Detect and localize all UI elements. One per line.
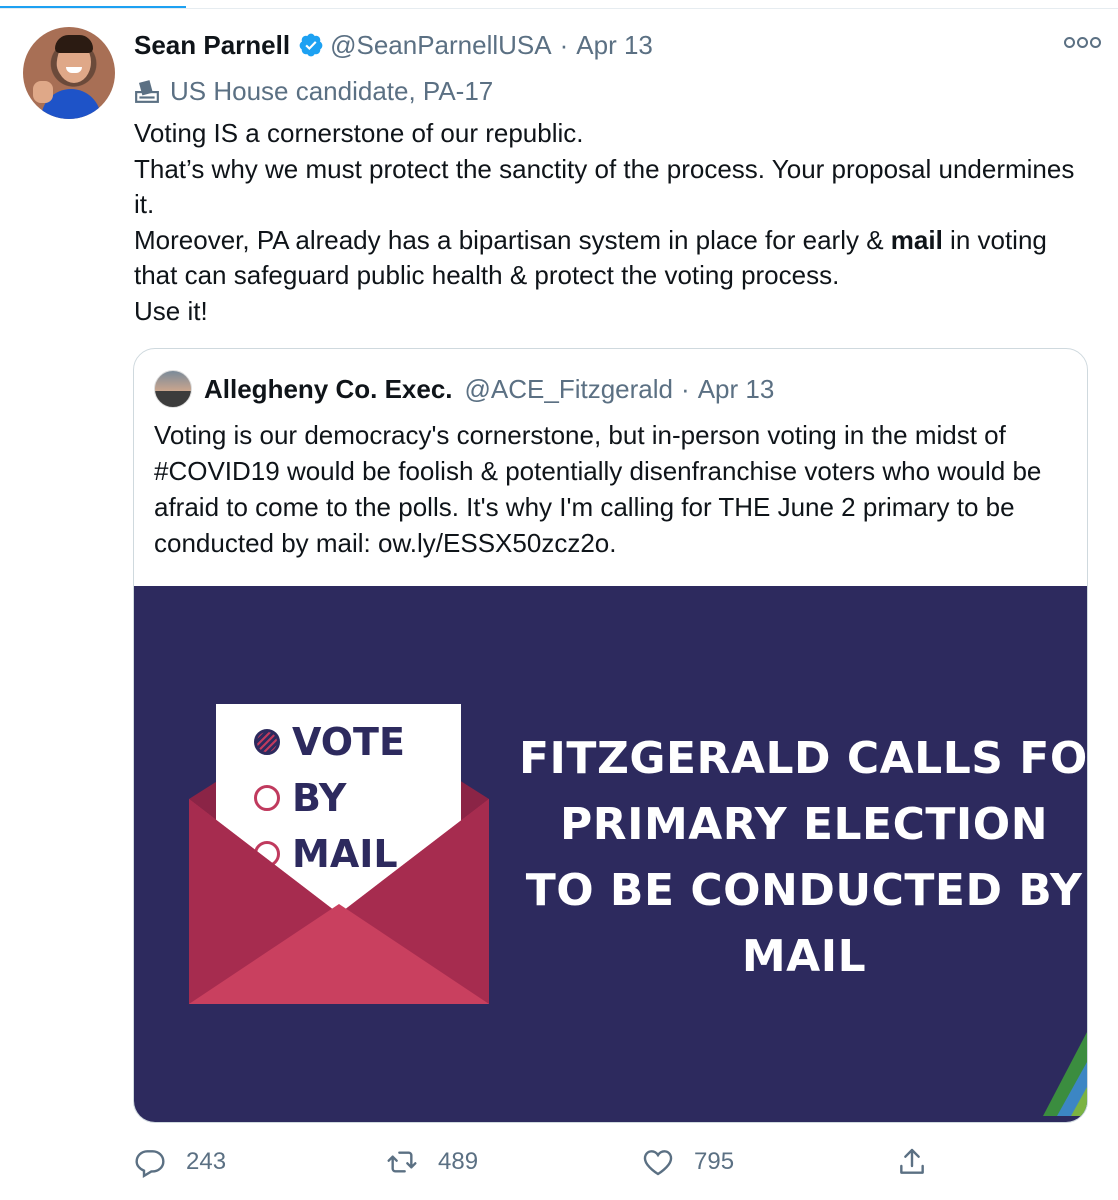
tweet-text: Voting IS a cornerstone of our republic.… <box>134 116 1084 330</box>
verified-badge-icon <box>299 33 323 57</box>
quoted-header-separator: · <box>681 373 690 404</box>
candidate-label-text: US House candidate, PA-17 <box>170 75 494 106</box>
author-name[interactable]: Sean Parnell <box>134 30 290 61</box>
quoted-author-handle: @ACE_Fitzgerald <box>464 373 674 404</box>
retweet-icon <box>387 1151 417 1173</box>
ballot-option-label: BY <box>292 776 347 820</box>
tweet-text-segment: Moreover, PA already has a bipartisan sy… <box>134 224 891 255</box>
tweet-bold-word: mail <box>890 224 943 255</box>
tweet-date[interactable]: Apr 13 <box>576 30 653 61</box>
radio-icon <box>254 841 280 867</box>
quoted-tweet-text: Voting is our democracy's cornerstone, b… <box>154 420 1042 558</box>
tweet-line: Moreover, PA already has a bipartisan sy… <box>134 223 1084 294</box>
like-count: 795 <box>694 1148 735 1175</box>
reply-count: 243 <box>186 1148 227 1175</box>
author-handle[interactable]: @SeanParnellUSA <box>330 30 552 61</box>
quoted-author-avatar <box>154 370 192 408</box>
share-button[interactable] <box>896 1140 948 1184</box>
ballot-box-icon <box>135 80 159 103</box>
tweet-actions-bar: 243 489 795 <box>134 1140 1094 1184</box>
tweet-line: That’s why we must protect the sanctity … <box>134 153 1075 220</box>
headline-line: TO BE CONDUCTED BY <box>525 865 1083 916</box>
reply-icon <box>135 1150 165 1178</box>
quoted-tweet-date: Apr 13 <box>697 373 775 404</box>
checked-radio-icon <box>254 729 280 755</box>
radio-icon <box>254 785 280 811</box>
author-avatar[interactable] <box>23 27 115 119</box>
avatar-thumb <box>33 81 53 103</box>
ballot-option-by: BY <box>254 776 346 820</box>
ballot-option-vote: VOTE <box>254 720 405 764</box>
avatar-hair <box>55 35 93 53</box>
quoted-tweet-image[interactable]: VOTE BY MAIL FITZGERALD CALLS FOR PRIMAR… <box>134 586 1087 1122</box>
ballot-option-mail: MAIL <box>254 832 398 876</box>
like-button[interactable]: 795 <box>642 1140 734 1184</box>
tweet-header: Sean Parnell @SeanParnellUSA · Apr 13 <box>134 28 653 62</box>
headline-line: FITZGERALD CALLS FOR <box>519 733 1087 784</box>
quoted-tweet-header: Allegheny Co. Exec. @ACE_Fitzgerald · Ap… <box>154 370 775 408</box>
reply-button[interactable]: 243 <box>134 1140 226 1184</box>
header-separator: · <box>559 29 569 60</box>
image-headline: FITZGERALD CALLS FOR PRIMARY ELECTION TO… <box>519 726 1087 990</box>
retweet-button[interactable]: 489 <box>386 1140 478 1184</box>
ballot-option-label: MAIL <box>292 832 398 876</box>
candidate-label: US House candidate, PA-17 <box>134 74 493 108</box>
ballot-card: VOTE BY MAIL <box>216 704 461 910</box>
more-options-icon[interactable] <box>1062 30 1102 54</box>
quoted-tweet-card[interactable]: Allegheny Co. Exec. @ACE_Fitzgerald · Ap… <box>133 348 1088 1123</box>
share-icon <box>900 1148 924 1174</box>
headline-line: PRIMARY ELECTION <box>559 799 1049 850</box>
headline-line: MAIL <box>741 931 867 982</box>
tweet-line: Voting IS a cornerstone of our republic. <box>134 118 584 148</box>
loading-indicator <box>0 6 186 8</box>
top-divider <box>0 0 1118 9</box>
tweet-line: Use it! <box>134 295 208 326</box>
county-logo-graphic <box>1043 1032 1087 1116</box>
like-icon <box>643 1150 673 1176</box>
quoted-author-name: Allegheny Co. Exec. <box>204 373 453 404</box>
ballot-option-label: VOTE <box>292 720 405 764</box>
retweet-count: 489 <box>438 1148 479 1175</box>
